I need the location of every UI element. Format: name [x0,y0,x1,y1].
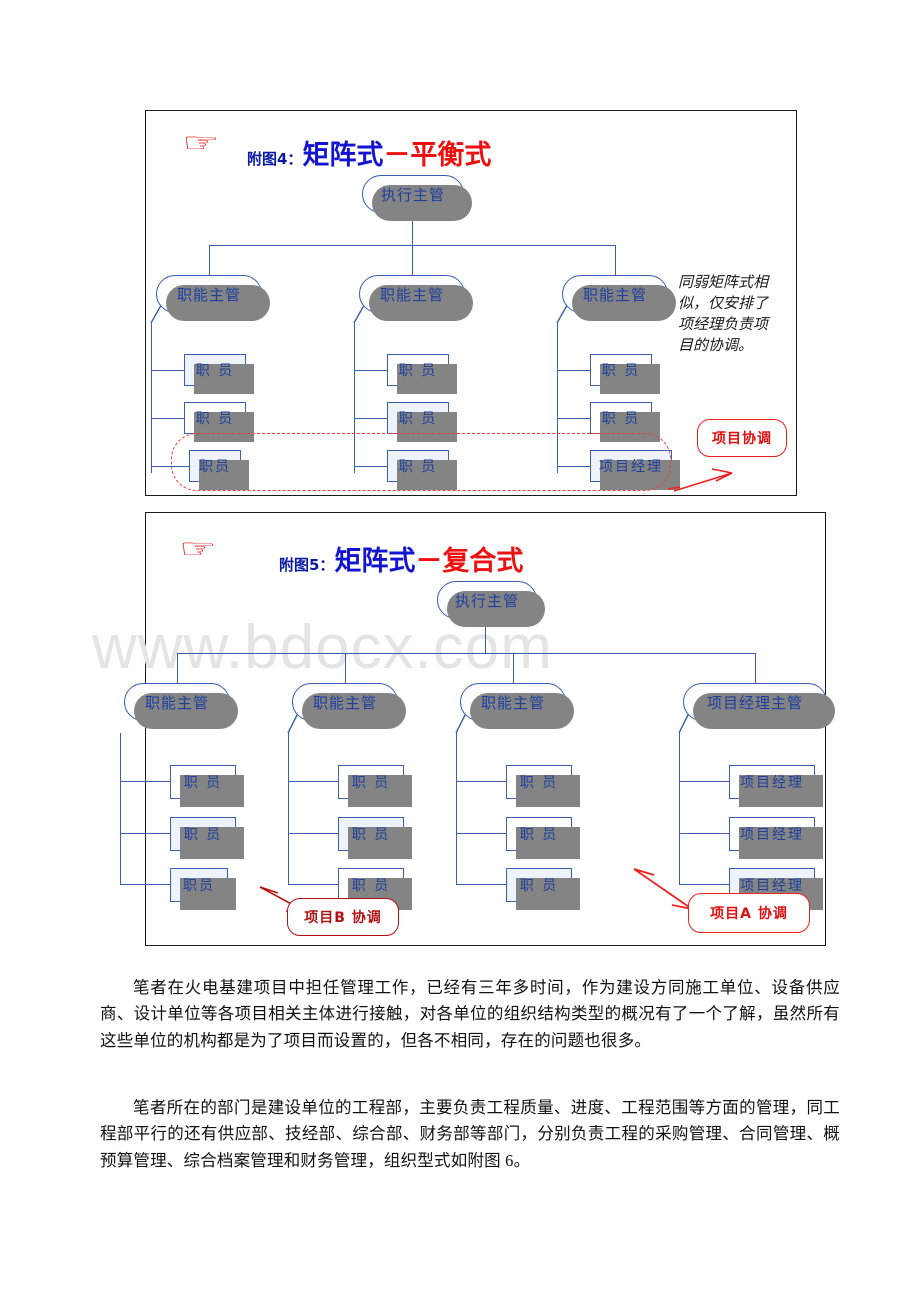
node-functional-manager-1: 职能主管 [124,683,238,729]
node-staff-c2-r2: 职 员 [387,402,457,442]
node-staff-c3-r2: 职 员 [590,402,660,442]
stub-c4-r2 [679,833,729,835]
node-project-manager-supervisor: 项目经理主管 [683,683,835,729]
stub-c2-r1 [354,370,387,372]
node-staff-c1-r1: 职 员 [184,354,254,394]
stub-c3-r2 [456,833,506,835]
stub-c3-r1 [557,370,590,372]
spine-col-2 [288,733,290,885]
node-project-manager-c4-r2: 项目经理 [729,817,823,859]
pointing-hand-icon: ☞ [182,127,220,159]
node-staff-c1-r1: 职 员 [170,765,244,807]
callout-project-coordination: 项目协调 [697,419,787,457]
body-paragraph-2: 笔者所在的部门是建设单位的工程部，主要负责工程质量、进度、工程范围等方面的管理，… [100,1097,840,1170]
node-staff-c3-r2: 职 员 [506,817,580,859]
stub-c1-r2 [151,418,184,420]
figure-4-title: 附图4：矩阵式－平衡式 [247,133,491,172]
spine-col-3 [456,733,458,885]
spine-col-1 [120,733,122,885]
stub-c2-r2 [288,833,338,835]
callout-project-b-coordination: 项目B 协调 [287,898,399,936]
node-functional-manager-3: 职能主管 [460,683,574,729]
node-functional-manager-3: 职能主管 [562,275,676,321]
figure-5-matrix-composite: ☞ 附图5：矩阵式－复合式 执行主管 职能主管 职能主管 职能主管 项目经理主管 [120,512,835,946]
node-executive-manager: 执行主管 [362,175,472,221]
node-staff-c3-r1: 职 员 [506,765,580,807]
node-staff-c1-r2: 职 员 [170,817,244,859]
node-staff-c2-r3: 职 员 [338,868,412,910]
figure-4-title-red: －平衡式 [383,140,492,171]
figure-5-title: 附图5：矩阵式－复合式 [279,539,523,578]
node-staff-c1-r2: 职 员 [184,402,254,442]
figure-5-title-blue: 矩阵式 [334,546,416,577]
node-functional-manager-1: 职能主管 [156,275,270,321]
node-staff-c1-r3: 职员 [170,868,236,910]
stub-c1-r2 [120,833,170,835]
figure-5-title-red: －复合式 [415,546,524,577]
stub-c2-r2 [354,418,387,420]
document-page: www.bdocx.com ☞ 附图4：矩阵式－平衡式 执行主管 职能主管 职能… [0,0,920,1302]
figure-4-side-note: 同弱矩阵式相似，仅安排了项经理负责项目的协调。 [678,275,769,354]
node-staff-c2-r1: 职 员 [387,354,457,394]
pointing-hand-icon: ☞ [179,533,217,565]
figure-5-label: 附图5： [279,556,335,574]
figure-4-matrix-balanced: ☞ 附图4：矩阵式－平衡式 执行主管 职能主管 职能主管 职能主管 职 员 职 … [145,110,797,496]
stub-c4-r1 [679,781,729,783]
node-staff-c3-r3: 职 员 [506,868,580,910]
node-project-manager-c4-r1: 项目经理 [729,765,823,807]
connector-horizontal-bus [177,653,755,655]
coordination-dashed-band [171,433,671,491]
node-staff-c2-r2: 职 员 [338,817,412,859]
figure-4-label: 附图4： [247,150,303,168]
node-functional-manager-2: 职能主管 [359,275,473,321]
node-staff-c3-r1: 职 员 [590,354,660,394]
node-functional-manager-2: 职能主管 [292,683,406,729]
spine-col-4 [679,733,681,885]
spine-col-1 [151,323,153,473]
figure-4-title-blue: 矩阵式 [302,140,384,171]
stub-c1-r3 [120,884,170,886]
node-executive-manager: 执行主管 [437,581,545,627]
stub-c1-r1 [151,370,184,372]
body-paragraph-1: 笔者在火电基建项目中担任管理工作，已经有三年多时间，作为建设方同施工单位、设备供… [100,977,840,1050]
stub-c3-r3 [456,884,506,886]
node-staff-c2-r1: 职 员 [338,765,412,807]
callout-project-a-coordination: 项目A 协调 [688,893,810,933]
stub-c3-r2 [557,418,590,420]
stub-c3-r1 [456,781,506,783]
stub-c2-r1 [288,781,338,783]
stub-c1-r1 [120,781,170,783]
